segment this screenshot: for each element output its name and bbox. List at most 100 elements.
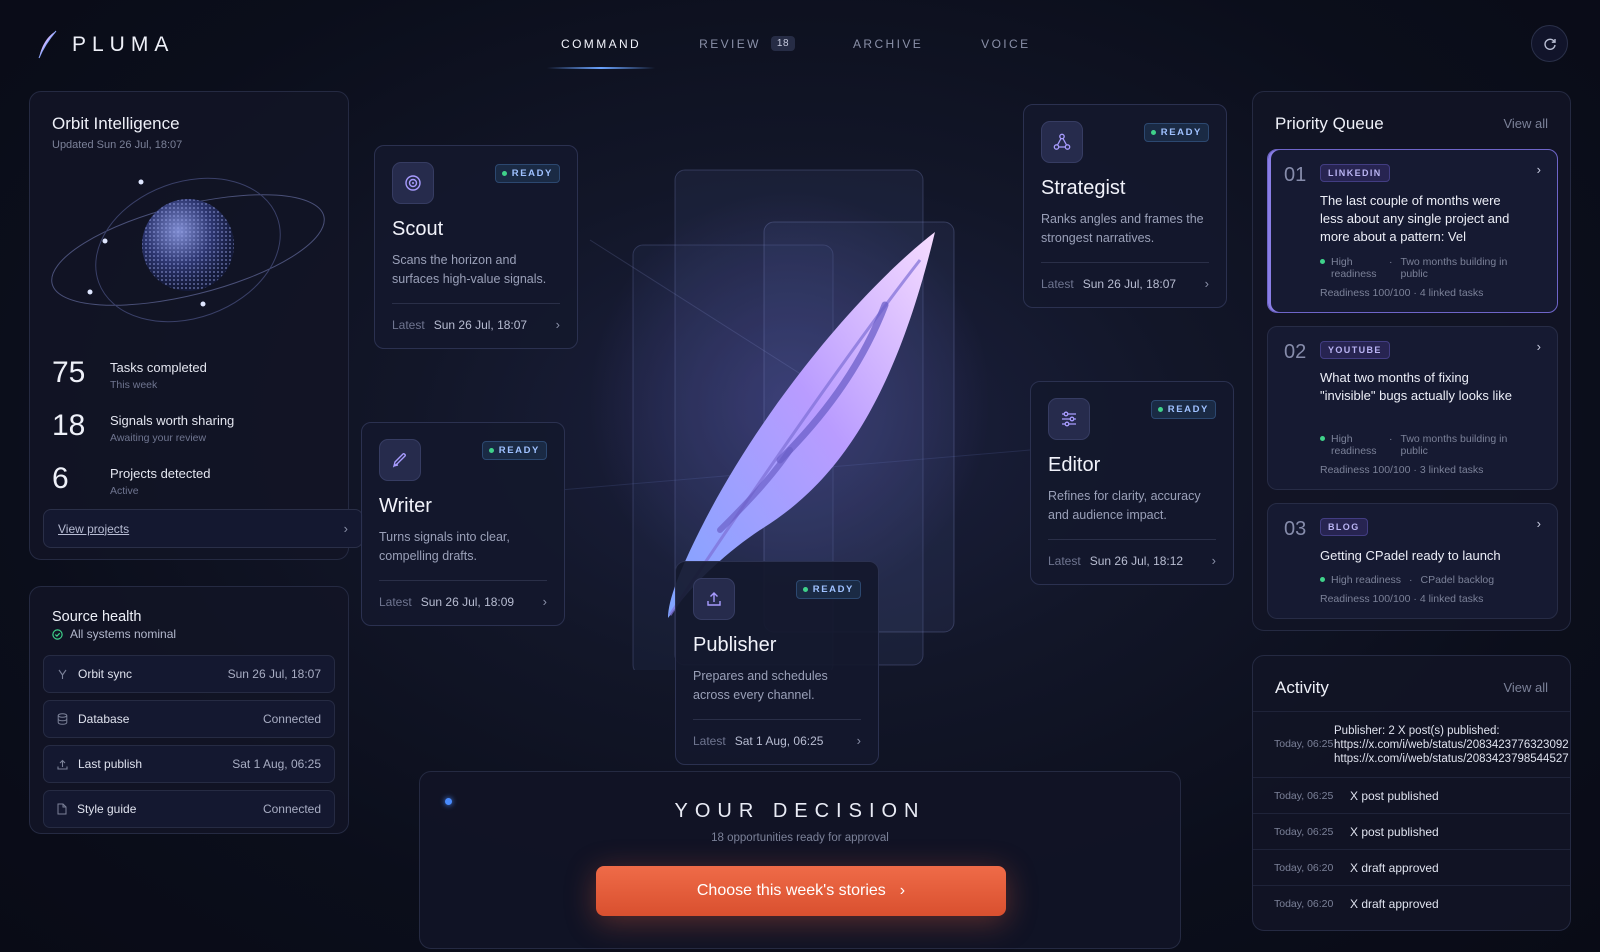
orbit-intelligence-panel: Orbit Intelligence Updated Sun 26 Jul, 1… [29,91,363,560]
agent-card-publisher[interactable]: READY Publisher Prepares and schedules a… [675,561,879,765]
activity-text: X post published [1350,824,1439,839]
choose-stories-button[interactable]: Choose this week's stories › [596,866,1006,916]
orbit-globe-illustration [51,177,325,323]
queue-item-number: 01 [1284,164,1307,186]
source-row-database[interactable]: Database Connected [43,700,335,738]
source-health-status: All systems nominal [52,627,176,641]
source-name: Orbit sync [78,667,133,681]
readiness-dot [1320,577,1325,582]
activity-row[interactable]: Today, 06:25 X post published [1253,777,1570,813]
queue-item[interactable]: 01 LINKEDIN › The last couple of months … [1267,149,1558,313]
source-value: Connected [262,802,321,816]
tab-archive[interactable]: ARCHIVE [837,30,939,69]
agent-card-writer[interactable]: READY Writer Turns signals into clear, c… [361,422,565,626]
chevron-right-icon: › [1204,276,1209,291]
channel-tag: YOUTUBE [1320,341,1390,359]
latest-label: Latest [392,317,425,332]
source-row-style-guide[interactable]: Style guide Connected [43,790,335,828]
activity-view-all-link[interactable]: View all [1503,680,1548,695]
chevron-right-icon: › [1536,339,1541,354]
stat-value: 18 [52,409,86,442]
activity-panel: Activity View all Today, 06:25 Publisher… [1252,655,1571,931]
queue-item-number: 03 [1284,518,1307,540]
stat-value: 75 [52,356,86,389]
activity-text: X draft approved [1350,860,1439,875]
decision-title: YOUR DECISION [674,800,926,822]
document-icon [57,803,67,815]
activity-row[interactable]: Today, 06:25 X post published [1253,813,1570,849]
chevron-right-icon: › [899,882,906,899]
agent-description: Scans the horizon and surfaces high-valu… [392,253,547,286]
tab-review[interactable]: REVIEW 18 [683,30,811,69]
decision-panel: YOUR DECISION 18 opportunities ready for… [419,771,1181,949]
brand-logo[interactable]: PLUMA [36,30,174,60]
upload-icon [57,759,68,770]
choose-stories-label: Choose this week's stories [696,882,886,899]
agent-card-editor[interactable]: READY Editor Refines for clarity, accura… [1030,381,1234,585]
view-projects-label: View projects [58,521,130,536]
tab-command[interactable]: COMMAND [545,30,657,69]
brand-name: PLUMA [72,33,175,56]
latest-label: Latest [1041,276,1074,291]
agent-card-scout[interactable]: READY Scout Scans the horizon and surfac… [374,145,578,349]
latest-label: Latest [693,733,726,748]
activity-link: https://x.com/i/web/status/2083423776323… [1334,738,1569,751]
source-row-orbit-sync[interactable]: Orbit sync Sun 26 Jul, 18:07 [43,655,335,693]
channel-tag: BLOG [1320,518,1368,536]
queue-item-meta: High readiness · Two months building in … [1320,433,1511,457]
activity-row[interactable]: Today, 06:25 Publisher: 2 X post(s) publ… [1253,711,1570,777]
readiness-dot [1320,436,1325,441]
queue-item-number: 02 [1284,341,1307,363]
queue-item[interactable]: 03 BLOG › Getting CPadel ready to launch… [1267,503,1558,619]
activity-row[interactable]: Today, 06:20 X draft approved [1253,849,1570,885]
separator-dot: · [1409,574,1413,586]
tab-voice[interactable]: VOICE [965,30,1046,69]
agent-latest-row[interactable]: Latest Sun 26 Jul, 18:07 › [1041,262,1209,291]
latest-label: Latest [1048,553,1081,568]
readiness-word: High readiness [1331,574,1402,586]
upload-icon [693,578,735,620]
agent-description: Prepares and schedules across every chan… [693,669,828,702]
stat-label: Tasks completed [110,360,207,375]
priority-queue-panel: Priority Queue View all 01 LINKEDIN › Th… [1252,91,1571,631]
refresh-button[interactable] [1531,25,1568,62]
latest-timestamp: Sun 26 Jul, 18:09 [420,594,515,609]
queue-item-title: Getting CPadel ready to launch [1320,548,1501,563]
agent-name: Writer [379,495,432,517]
queue-item-title: What two months of fixing "invisible" bu… [1320,370,1513,403]
refresh-icon [1543,38,1556,50]
agent-name: Editor [1048,454,1101,476]
source-name: Last publish [78,757,143,771]
branch-icon [58,669,67,679]
agent-latest-row[interactable]: Latest Sun 26 Jul, 18:07 › [392,303,560,332]
ready-badge: READY [1143,123,1209,142]
latest-timestamp: Sun 26 Jul, 18:12 [1089,553,1184,568]
agent-description: Refines for clarity, accuracy and audien… [1048,489,1201,522]
agent-latest-row[interactable]: Latest Sun 26 Jul, 18:09 › [379,580,547,609]
ready-badge: READY [795,580,861,599]
activity-row[interactable]: Today, 06:20 X draft approved [1253,885,1570,921]
source-health-title: Source health [52,609,142,625]
activity-time: Today, 06:20 [1274,897,1334,910]
agent-latest-row[interactable]: Latest Sat 1 Aug, 06:25 › [693,719,861,748]
ready-badge: READY [494,164,560,183]
project-name: Two months building in public [1400,256,1508,280]
source-row-last-publish[interactable]: Last publish Sat 1 Aug, 06:25 [43,745,335,783]
chevron-right-icon: › [1536,516,1541,531]
queue-view-all-link[interactable]: View all [1503,116,1548,131]
source-value: Connected [262,712,321,726]
feather-logo-icon [38,30,57,59]
queue-item[interactable]: 02 YOUTUBE › What two months of fixing "… [1267,326,1558,490]
queue-item-title: The last couple of months were less abou… [1320,193,1510,244]
agent-card-strategist[interactable]: READY Strategist Ranks angles and frames… [1023,104,1227,308]
agent-name: Publisher [693,634,777,656]
activity-title: Activity [1275,678,1329,697]
chevron-right-icon: › [856,733,861,748]
source-health-panel: Source health All systems nominal Orbit … [29,586,349,834]
activity-text: Publisher: 2 X post(s) published: [1334,724,1500,737]
stat-signals: 18 Signals worth sharing Awaiting your re… [52,409,234,444]
sliders-icon [1048,398,1090,440]
view-projects-link[interactable]: View projects › [43,509,363,548]
agent-name: Scout [392,218,444,240]
agent-latest-row[interactable]: Latest Sun 26 Jul, 18:12 › [1048,539,1216,568]
